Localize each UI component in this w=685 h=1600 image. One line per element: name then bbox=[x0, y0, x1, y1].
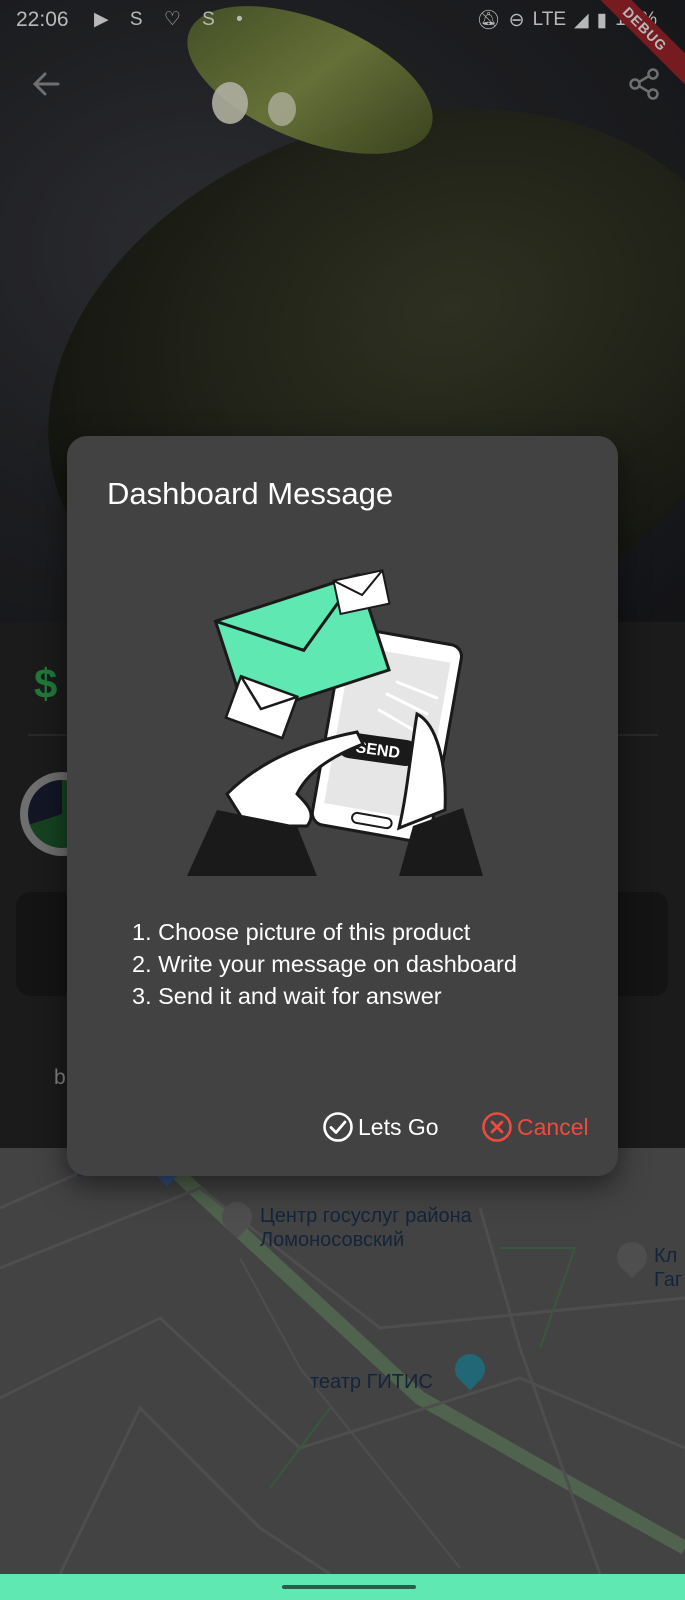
lets-go-button[interactable]: Lets Go bbox=[322, 1110, 439, 1144]
cancel-button[interactable]: Cancel bbox=[481, 1110, 589, 1144]
close-circle-icon bbox=[482, 1112, 512, 1142]
instruction-list: 1. Choose picture of this product 2. Wri… bbox=[132, 916, 517, 1012]
cancel-label: Cancel bbox=[517, 1113, 589, 1140]
navigation-bar bbox=[0, 1574, 685, 1600]
instruction-step: 2. Write your message on dashboard bbox=[132, 951, 517, 977]
check-circle-icon bbox=[323, 1112, 353, 1142]
instruction-step: 1. Choose picture of this product bbox=[132, 919, 471, 945]
dialog-title: Dashboard Message bbox=[107, 476, 394, 511]
instruction-step: 3. Send it and wait for answer bbox=[132, 983, 442, 1009]
dashboard-message-dialog: Dashboard Message SEND 1. Choose picture… bbox=[67, 436, 618, 1176]
send-message-illustration: SEND bbox=[187, 569, 483, 876]
home-gesture-handle[interactable] bbox=[282, 1585, 416, 1589]
lets-go-label: Lets Go bbox=[358, 1113, 439, 1140]
